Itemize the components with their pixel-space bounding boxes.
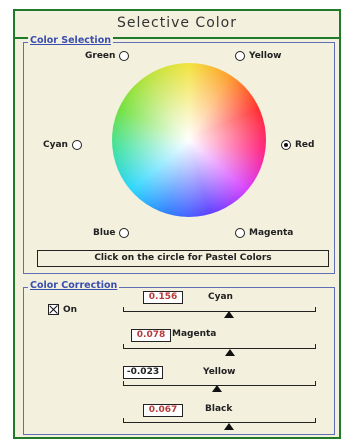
radio-cyan[interactable]: Cyan bbox=[43, 140, 82, 150]
yellow-value[interactable]: -0.023 bbox=[123, 366, 163, 379]
on-checkbox[interactable] bbox=[48, 304, 59, 315]
cyan-slider-track[interactable] bbox=[123, 307, 316, 312]
radio-green-button[interactable] bbox=[119, 51, 130, 61]
black-value[interactable]: 0.067 bbox=[143, 404, 183, 417]
color-correction-label: Color Correction bbox=[28, 280, 120, 291]
cyan-slider-thumb[interactable] bbox=[224, 311, 234, 318]
on-checkbox-label: On bbox=[63, 304, 78, 315]
magenta-value[interactable]: 0.078 bbox=[131, 329, 171, 342]
radio-magenta-button[interactable] bbox=[235, 228, 245, 238]
radio-blue[interactable]: Blue bbox=[93, 228, 130, 238]
magenta-slider-track[interactable] bbox=[123, 344, 316, 349]
cyan-label: Cyan bbox=[208, 292, 233, 302]
yellow-slider-thumb[interactable] bbox=[212, 385, 222, 392]
radio-red-label: Red bbox=[295, 140, 315, 150]
on-checkbox-row[interactable]: On bbox=[48, 304, 77, 315]
color-wheel[interactable] bbox=[112, 63, 266, 217]
radio-red[interactable]: Red bbox=[281, 140, 314, 150]
radio-cyan-label: Cyan bbox=[43, 140, 68, 150]
black-slider-thumb[interactable] bbox=[224, 423, 234, 430]
color-selection-label: Color Selection bbox=[28, 35, 113, 46]
radio-green-label: Green bbox=[85, 51, 116, 61]
radio-cyan-button[interactable] bbox=[71, 140, 82, 150]
magenta-label: Magenta bbox=[172, 329, 217, 339]
yellow-label: Yellow bbox=[203, 367, 236, 377]
radio-magenta-label: Magenta bbox=[249, 228, 294, 238]
pastel-colors-button[interactable]: Click on the circle for Pastel Colors bbox=[37, 250, 329, 267]
radio-blue-label: Blue bbox=[93, 228, 116, 238]
radio-green[interactable]: Green bbox=[85, 51, 130, 61]
black-label: Black bbox=[205, 404, 233, 414]
selective-color-window: Selective Color Color Selection Green Ye… bbox=[13, 9, 341, 439]
black-slider-track[interactable] bbox=[123, 418, 316, 423]
radio-yellow-button[interactable] bbox=[235, 51, 245, 61]
radio-red-button[interactable] bbox=[281, 140, 291, 150]
radio-magenta[interactable]: Magenta bbox=[235, 228, 293, 238]
radio-yellow[interactable]: Yellow bbox=[235, 51, 281, 61]
radio-blue-button[interactable] bbox=[119, 228, 130, 238]
magenta-slider-thumb[interactable] bbox=[225, 349, 235, 356]
cyan-value[interactable]: 0.156 bbox=[143, 291, 183, 304]
radio-yellow-label: Yellow bbox=[249, 51, 282, 61]
